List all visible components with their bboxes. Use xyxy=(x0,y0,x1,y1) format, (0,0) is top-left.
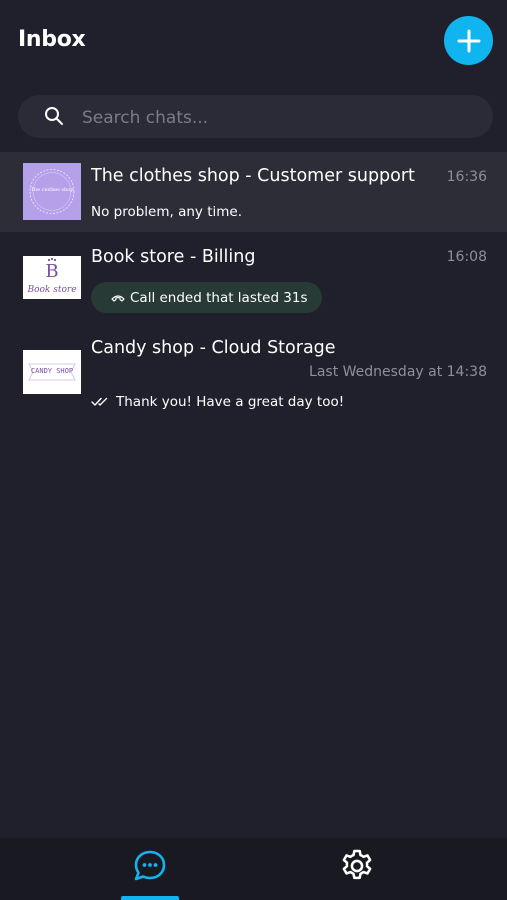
inbox-screen: Inbox The clothes shop The clothes shop … xyxy=(0,0,507,900)
chat-time: Last Wednesday at 14:38 xyxy=(309,364,487,380)
chat-time: 16:36 xyxy=(446,169,487,185)
chat-name: Candy shop - Cloud Storage xyxy=(91,338,336,358)
double-check-icon xyxy=(91,397,108,406)
bottom-navigation xyxy=(0,838,507,900)
chat-list-item[interactable]: B Book store Book store - Billing 16:08 xyxy=(0,232,507,328)
gear-icon xyxy=(342,849,372,880)
call-ended-badge: Call ended that lasted 31s xyxy=(91,282,322,313)
chat-last-message-row: Thank you! Have a great day too! xyxy=(91,394,344,410)
avatar-logo-text: The clothes shop xyxy=(30,187,74,193)
active-tab-indicator xyxy=(121,896,179,900)
chat-name: The clothes shop - Customer support xyxy=(91,166,415,186)
chat-bubble-icon xyxy=(134,850,166,881)
avatar: CANDY SHOP xyxy=(23,350,81,394)
search-bar[interactable] xyxy=(18,95,493,140)
plus-icon xyxy=(457,29,480,52)
search-icon xyxy=(45,107,63,125)
phone-hangup-icon xyxy=(111,294,125,302)
call-ended-text: Call ended that lasted 31s xyxy=(130,289,308,306)
search-input[interactable] xyxy=(80,95,474,140)
avatar-logo-text: Book store xyxy=(27,285,77,295)
nav-settings-tab[interactable] xyxy=(318,838,398,900)
avatar: The clothes shop xyxy=(23,163,81,220)
avatar: B Book store xyxy=(23,256,81,299)
chat-time: 16:08 xyxy=(446,249,487,265)
chat-last-message: No problem, any time. xyxy=(91,204,242,220)
nav-chats-tab[interactable] xyxy=(110,838,190,900)
page-title: Inbox xyxy=(18,27,86,52)
avatar-letter: B xyxy=(45,261,59,282)
avatar-logo-text: CANDY SHOP xyxy=(30,367,74,375)
header: Inbox xyxy=(0,0,507,84)
new-chat-button[interactable] xyxy=(444,16,493,65)
chat-list-item[interactable]: CANDY SHOP Candy shop - Cloud Storage La… xyxy=(0,328,507,420)
chat-last-message: Thank you! Have a great day too! xyxy=(116,394,345,410)
chat-list-item[interactable]: The clothes shop The clothes shop - Cust… xyxy=(0,152,507,232)
chat-name: Book store - Billing xyxy=(91,247,256,267)
